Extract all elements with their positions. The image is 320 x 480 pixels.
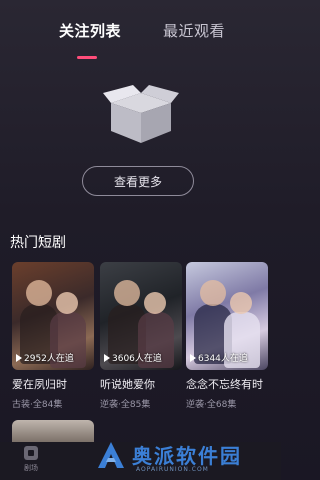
drama-poster-partial[interactable] xyxy=(12,420,94,442)
drama-title[interactable]: 听说她爱你 xyxy=(100,376,182,392)
theater-icon xyxy=(24,446,38,460)
play-icon xyxy=(104,354,110,362)
play-count: 6344人在追 xyxy=(190,351,248,364)
watermark: 奥派软件园 AOPAIRUNION.COM xyxy=(96,440,272,476)
play-icon xyxy=(16,354,22,362)
drama-list: 2952人在追 爱在夙归时 古装·全84集 3606人在追 听说她爱你 逆袭·全… xyxy=(12,262,270,412)
drama-meta: 古装·全84集 xyxy=(12,400,63,410)
tab-bar: 关注列表 最近观看 xyxy=(0,16,281,59)
nav-item-theater[interactable]: 剧场 xyxy=(20,446,42,473)
play-count: 3606人在追 xyxy=(104,351,162,364)
drama-poster[interactable]: 2952人在追 xyxy=(12,262,94,370)
drama-poster[interactable]: 3606人在追 xyxy=(100,262,182,370)
drama-meta: 逆袭·全85集 xyxy=(100,400,151,410)
tab-recently-watched[interactable]: 最近观看 xyxy=(163,20,225,41)
hot-dramas-title: 热门短剧 xyxy=(10,235,66,251)
drama-card[interactable]: 6344人在追 念念不忘终有时 逆袭·全68集 xyxy=(186,262,268,410)
view-more-button[interactable]: 查看更多 xyxy=(82,166,194,196)
drama-card[interactable]: 2952人在追 爱在夙归时 古装·全84集 xyxy=(12,262,94,410)
play-icon xyxy=(190,354,196,362)
watermark-subtext: AOPAIRUNION.COM xyxy=(136,466,209,473)
nav-label: 剧场 xyxy=(24,464,38,472)
tab-follow-list[interactable]: 关注列表 xyxy=(59,20,121,41)
drama-title[interactable]: 爱在夙归时 xyxy=(12,376,94,392)
drama-meta: 逆袭·全68集 xyxy=(186,400,237,410)
drama-card[interactable]: 3606人在追 听说她爱你 逆袭·全85集 xyxy=(100,262,182,410)
active-tab-indicator xyxy=(77,56,97,59)
drama-title[interactable]: 念念不忘终有时 xyxy=(186,376,268,392)
drama-poster[interactable]: 6344人在追 xyxy=(186,262,268,370)
play-count: 2952人在追 xyxy=(16,351,74,364)
watermark-text: 奥派软件园 xyxy=(132,444,242,468)
empty-box-icon xyxy=(103,85,179,143)
watermark-logo-icon xyxy=(98,442,124,468)
